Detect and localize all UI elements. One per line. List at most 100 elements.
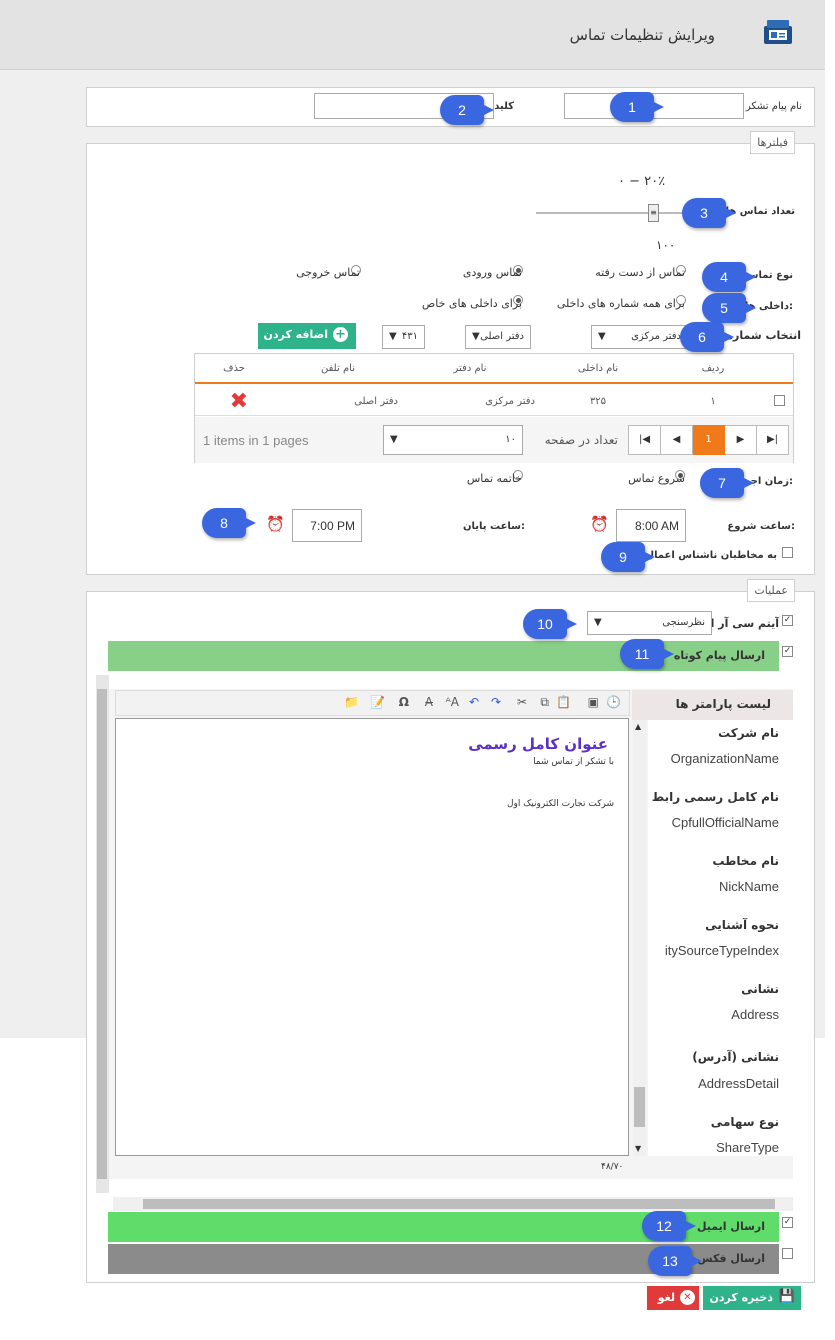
email-checkbox[interactable]: ✓ — [782, 1217, 793, 1228]
clock-icon[interactable]: 🕒 — [606, 695, 621, 709]
folder-icon[interactable]: 📁 — [344, 695, 359, 709]
params-title: لیست پارامتر ها — [675, 697, 771, 711]
alarm-clock-icon[interactable]: ⏰ — [266, 515, 285, 533]
col-office: نام دفتر — [453, 363, 487, 374]
scroll-down-icon[interactable]: ▼ — [635, 1144, 641, 1153]
row-checkbox[interactable] — [774, 395, 785, 406]
sms-checkbox[interactable]: ✓ — [782, 646, 793, 657]
operations-legend: عملیات — [747, 579, 795, 602]
callout-8: 8 — [202, 508, 256, 538]
call-count-label: تعداد تماس ها — [725, 206, 795, 217]
source-icon[interactable]: ▣ — [588, 695, 599, 709]
cell-phone: دفتر اصلی — [354, 396, 398, 407]
anonymous-checkbox[interactable] — [782, 547, 793, 558]
outer-scrollbar[interactable] — [96, 675, 109, 1193]
param-item[interactable]: نشانی (آدرس) — [692, 1050, 779, 1064]
contact-card-icon — [764, 20, 792, 44]
call-type-incoming-label: تماس ورودی — [462, 266, 522, 279]
callout-5: 5 — [702, 293, 756, 323]
callout-12: 12 — [642, 1211, 696, 1241]
end-time-label: ساعت پایان: — [462, 521, 525, 532]
crm-item-checkbox[interactable]: ✓ — [782, 615, 793, 626]
per-page-select[interactable]: ▼ ۱۰ — [383, 425, 523, 455]
next-page-icon[interactable]: ▶ — [724, 425, 757, 455]
numbers-table: ردیف نام داخلی نام دفتر نام تلفن حذف ۱ ۳… — [194, 353, 794, 463]
start-time-input[interactable]: 8:00 AM — [616, 509, 686, 542]
content-margin — [0, 1038, 44, 1340]
sms-bar[interactable]: ارسال پیام کوتاه — [108, 641, 779, 671]
call-type-missed-label: تماس از دست رفته — [595, 266, 685, 279]
cut-icon[interactable]: ✂ — [517, 695, 527, 709]
editor-toolbar: 🕒 ▣ 📋 ⧉ ✂ ↷ ↶ ᴬA A̶ Ω 📝 📁 — [115, 690, 630, 716]
prev-page-icon[interactable]: ◀ — [660, 425, 693, 455]
spellcheck-icon[interactable]: A̶ — [425, 695, 433, 709]
alarm-clock-icon[interactable]: ⏰ — [590, 515, 609, 533]
param-item[interactable]: نام مخاطب — [712, 854, 779, 868]
internals-all-label: برای همه شماره های داخلی — [556, 297, 685, 310]
cell-internal: ۳۲۵ — [589, 396, 607, 407]
callout-10: 10 — [523, 609, 577, 639]
fax-label: ارسال فکس — [697, 1252, 765, 1265]
param-item[interactable]: نام کامل رسمی رابط — [652, 790, 779, 804]
outer-scroll-thumb[interactable] — [97, 689, 107, 1179]
param-value[interactable]: CpfullOfficialName — [672, 815, 779, 830]
editor-body[interactable]: عنوان کامل رسمی با تشکر از تماس شما شرکت… — [115, 718, 629, 1156]
param-item[interactable]: نشانی — [741, 982, 779, 996]
call-count-slider-track[interactable] — [536, 212, 686, 214]
page-header: ویرایش تنظیمات تماس — [0, 0, 825, 70]
copy-icon[interactable]: ⧉ — [540, 695, 549, 710]
horizontal-scroll-thumb[interactable] — [143, 1199, 775, 1209]
char-counter: ۴۸/۷۰ — [601, 1162, 624, 1172]
call-count-value: ۱۰۰ — [656, 238, 676, 252]
table-header: ردیف نام داخلی نام دفتر نام تلفن حذف — [195, 354, 793, 384]
last-page-icon[interactable]: ▶| — [756, 425, 789, 455]
main-office-select[interactable]: ▼ دفتر اصلی — [465, 325, 531, 349]
param-item[interactable]: نام شرکت — [718, 726, 779, 740]
crm-select[interactable]: ▼ نظرسنجی — [587, 611, 712, 635]
callout-1: 1 — [610, 92, 664, 122]
col-phone: نام تلفن — [321, 363, 355, 374]
callout-3: 3 — [682, 198, 736, 228]
floppy-icon: 💾 — [778, 1289, 795, 1304]
param-value[interactable]: Address — [731, 1007, 779, 1022]
call-type-outgoing-label: تماس خروجی — [296, 266, 360, 279]
scroll-up-icon[interactable]: ▲ — [635, 722, 641, 731]
template-icon[interactable]: 📝 — [370, 695, 385, 709]
delete-icon[interactable]: ✖ — [230, 389, 248, 414]
office-select[interactable]: ▼ دفتر مرکزی — [591, 325, 688, 349]
param-item[interactable]: نحوه آشنایی — [705, 918, 779, 932]
redo-icon[interactable]: ↷ — [491, 695, 501, 709]
cell-row: ۱ — [710, 396, 716, 407]
paste-icon[interactable]: 📋 — [556, 695, 571, 709]
undo-icon[interactable]: ↶ — [469, 695, 479, 709]
special-char-icon[interactable]: Ω — [399, 695, 409, 709]
fax-checkbox[interactable] — [782, 1248, 793, 1259]
param-value[interactable]: OrganizationName — [671, 751, 779, 766]
params-scroll-thumb[interactable] — [634, 1087, 645, 1127]
horizontal-scrollbar[interactable] — [113, 1197, 793, 1211]
end-time-input[interactable]: 7:00 PM — [292, 509, 362, 542]
save-button[interactable]: 💾 ذخیره کردن — [703, 1286, 801, 1310]
params-header: لیست پارامتر ها — [632, 690, 793, 720]
cancel-button[interactable]: ✕ لغو — [647, 1286, 699, 1310]
callout-11: 11 — [620, 639, 674, 669]
param-value[interactable]: AddressDetail — [698, 1076, 779, 1091]
select-number-label: انتخاب شماره — [726, 329, 801, 342]
param-value[interactable]: ShareType — [716, 1140, 779, 1155]
slider-handle[interactable]: ≡ — [648, 204, 659, 222]
param-value[interactable]: itySourceTypeIndex — [665, 943, 779, 958]
range-value: ۰ − ۲۰٪ — [618, 174, 666, 189]
extension-select[interactable]: ▼ ۴۳۱ — [382, 325, 425, 349]
add-button[interactable]: + اضافه کردن — [258, 323, 356, 349]
param-value[interactable]: NickName — [719, 879, 779, 894]
params-scrollbar[interactable]: ▲ ▼ — [633, 720, 646, 1156]
first-page-icon[interactable]: |◀ — [628, 425, 661, 455]
callout-4: 4 — [702, 262, 756, 292]
callout-6: 6 — [680, 322, 734, 352]
remove-format-icon[interactable]: ᴬA — [446, 695, 459, 709]
current-page-button[interactable]: 1 — [692, 425, 725, 455]
editor-line-2: شرکت تجارت الکترونیک اول — [507, 799, 614, 809]
start-time-label: ساعت شروع: — [727, 521, 795, 532]
param-item[interactable]: نوع سهامی — [711, 1115, 779, 1129]
run-end-label: خاتمه تماس — [466, 472, 522, 485]
